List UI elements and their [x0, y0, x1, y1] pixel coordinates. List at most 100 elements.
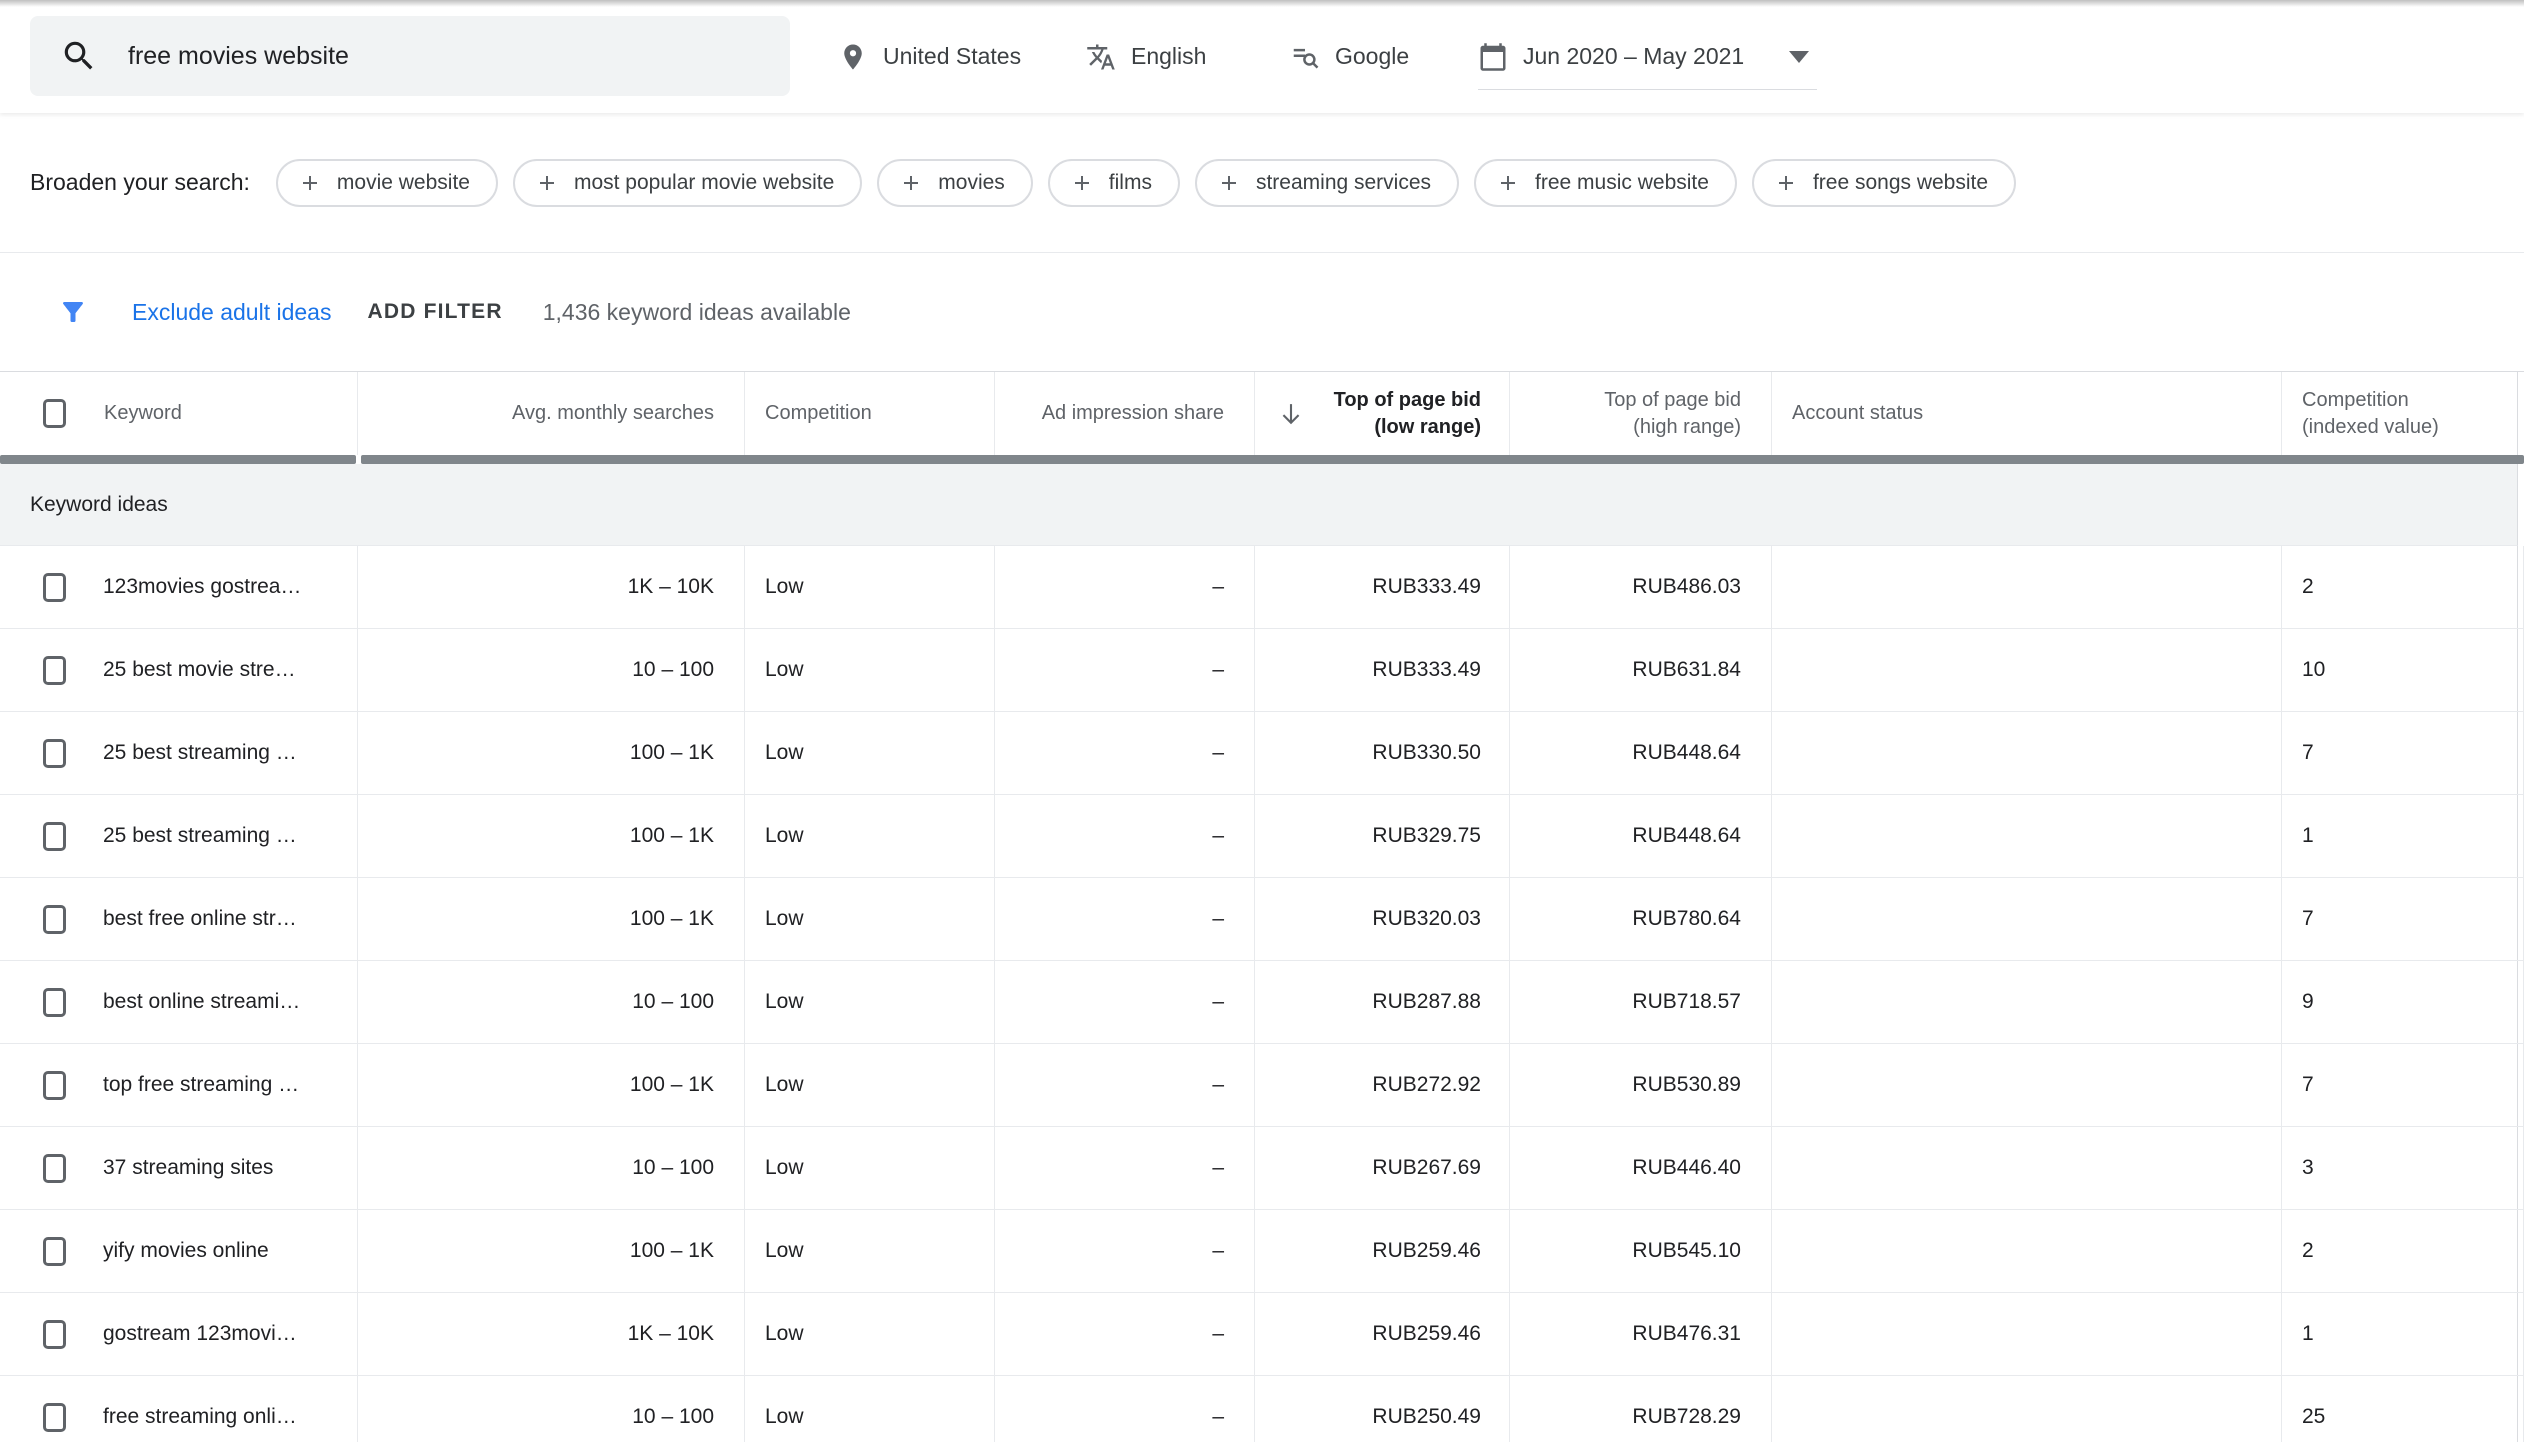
broaden-chip[interactable]: free songs website — [1752, 159, 2016, 207]
date-range-selector[interactable]: Jun 2020 – May 2021 — [1478, 24, 1817, 90]
keyword-count-text: 1,436 keyword ideas available — [543, 299, 851, 326]
broaden-chip[interactable]: movies — [877, 159, 1033, 207]
keyword-cell: best online streami… — [0, 961, 358, 1043]
exclude-adult-ideas-link[interactable]: Exclude adult ideas — [132, 299, 331, 326]
keyword-cell: free streaming onli… — [0, 1376, 358, 1442]
row-checkbox[interactable] — [43, 1320, 66, 1349]
add-filter-button[interactable]: ADD FILTER — [367, 300, 502, 324]
row-checkbox[interactable] — [43, 1154, 66, 1183]
column-header-top-of-page-bid-low[interactable]: Top of page bid (low range) — [1255, 372, 1510, 455]
section-label: Keyword ideas — [30, 493, 168, 517]
broaden-chip[interactable]: movie website — [276, 159, 498, 207]
row-checkbox[interactable] — [43, 739, 66, 768]
keyword-cell: 37 streaming sites — [0, 1127, 358, 1209]
bid-low-cell: RUB333.49 — [1255, 546, 1510, 628]
language-selector[interactable]: English — [1086, 0, 1206, 113]
row-checkbox[interactable] — [43, 1403, 66, 1432]
top-shadow — [0, 0, 2524, 7]
competition-cell: Low — [745, 1376, 995, 1442]
network-selector[interactable]: Google — [1290, 0, 1409, 113]
column-header-avg-monthly-searches[interactable]: Avg. monthly searches — [358, 372, 745, 455]
keyword-text: 123movies gostrea… — [103, 575, 301, 599]
ad-impression-share-cell: – — [995, 1293, 1255, 1375]
plus-icon — [298, 171, 322, 195]
table-row: 123movies gostrea…1K – 10KLow–RUB333.49R… — [0, 546, 2524, 629]
chevron-down-icon — [1789, 51, 1809, 63]
broaden-chip[interactable]: free music website — [1474, 159, 1737, 207]
location-selector[interactable]: United States — [838, 0, 1021, 113]
broaden-chip[interactable]: streaming services — [1195, 159, 1459, 207]
plus-icon — [535, 171, 559, 195]
row-checkbox[interactable] — [43, 1071, 66, 1100]
keyword-cell: 123movies gostrea… — [0, 546, 358, 628]
competition-cell: Low — [745, 1127, 995, 1209]
competition-cell: Low — [745, 629, 995, 711]
search-box[interactable] — [30, 16, 790, 96]
avg-monthly-searches-cell: 10 – 100 — [358, 1376, 745, 1442]
table-row: best online streami…10 – 100Low–RUB287.8… — [0, 961, 2524, 1044]
competition-indexed-cell: 2 — [2282, 546, 2518, 628]
plus-icon — [899, 171, 923, 195]
scrollbar-thumb-left[interactable] — [0, 455, 356, 464]
broaden-chip[interactable]: most popular movie website — [513, 159, 862, 207]
column-header-competition-indexed[interactable]: Competition (indexed value) — [2282, 372, 2518, 455]
column-header-competition[interactable]: Competition — [745, 372, 995, 455]
horizontal-scrollbar[interactable] — [0, 455, 2524, 464]
column-header-ad-impression-share[interactable]: Ad impression share — [995, 372, 1255, 455]
bid-low-cell: RUB250.49 — [1255, 1376, 1510, 1442]
bid-high-cell: RUB718.57 — [1510, 961, 1772, 1043]
competition-cell: Low — [745, 1044, 995, 1126]
account-status-cell — [1772, 795, 2282, 877]
table-edge — [2518, 629, 2524, 711]
keyword-cell: 25 best streaming … — [0, 712, 358, 794]
sort-descending-icon — [1277, 400, 1305, 428]
select-all-checkbox[interactable] — [43, 399, 66, 428]
bid-high-cell: RUB631.84 — [1510, 629, 1772, 711]
scrollbar-thumb-right[interactable] — [361, 455, 2524, 464]
keyword-text: best online streami… — [103, 990, 300, 1014]
bid-low-cell: RUB287.88 — [1255, 961, 1510, 1043]
competition-indexed-cell: 1 — [2282, 795, 2518, 877]
row-checkbox[interactable] — [43, 656, 66, 685]
row-checkbox[interactable] — [43, 1237, 66, 1266]
keyword-cell: 25 best streaming … — [0, 795, 358, 877]
chip-label: films — [1109, 171, 1152, 195]
header-bid-low-line2: (low range) — [1374, 414, 1481, 441]
chip-label: movie website — [337, 171, 470, 195]
broaden-label: Broaden your search: — [30, 169, 250, 196]
broaden-chip[interactable]: films — [1048, 159, 1180, 207]
ad-impression-share-cell: – — [995, 1044, 1255, 1126]
account-status-cell — [1772, 1127, 2282, 1209]
header-account-status-label: Account status — [1792, 402, 1923, 425]
location-label: United States — [883, 43, 1021, 70]
row-checkbox[interactable] — [43, 822, 66, 851]
avg-monthly-searches-cell: 100 – 1K — [358, 878, 745, 960]
keyword-cell: yify movies online — [0, 1210, 358, 1292]
account-status-cell — [1772, 1044, 2282, 1126]
plus-icon — [1070, 171, 1094, 195]
bid-low-cell: RUB267.69 — [1255, 1127, 1510, 1209]
column-header-keyword[interactable]: Keyword — [0, 372, 358, 455]
account-status-cell — [1772, 1376, 2282, 1442]
header-bid-low-line1: Top of page bid — [1334, 387, 1481, 414]
row-checkbox[interactable] — [43, 988, 66, 1017]
ad-impression-share-cell: – — [995, 961, 1255, 1043]
search-input[interactable] — [128, 42, 688, 71]
avg-monthly-searches-cell: 100 – 1K — [358, 1210, 745, 1292]
bid-low-cell: RUB272.92 — [1255, 1044, 1510, 1126]
keyword-text: 25 best movie stre… — [103, 658, 296, 682]
date-range-label: Jun 2020 – May 2021 — [1523, 43, 1744, 70]
plus-icon — [1774, 171, 1798, 195]
keyword-cell: 25 best movie stre… — [0, 629, 358, 711]
avg-monthly-searches-cell: 100 – 1K — [358, 795, 745, 877]
ad-impression-share-cell: – — [995, 1210, 1255, 1292]
column-header-top-of-page-bid-high[interactable]: Top of page bid (high range) — [1510, 372, 1772, 455]
row-checkbox[interactable] — [43, 573, 66, 602]
column-header-account-status[interactable]: Account status — [1772, 372, 2282, 455]
bid-low-cell: RUB330.50 — [1255, 712, 1510, 794]
bid-high-cell: RUB728.29 — [1510, 1376, 1772, 1442]
keyword-cell: best free online str… — [0, 878, 358, 960]
table-row: 25 best movie stre…10 – 100Low–RUB333.49… — [0, 629, 2524, 712]
row-checkbox[interactable] — [43, 905, 66, 934]
header-indexed-line2: (indexed value) — [2302, 414, 2439, 441]
